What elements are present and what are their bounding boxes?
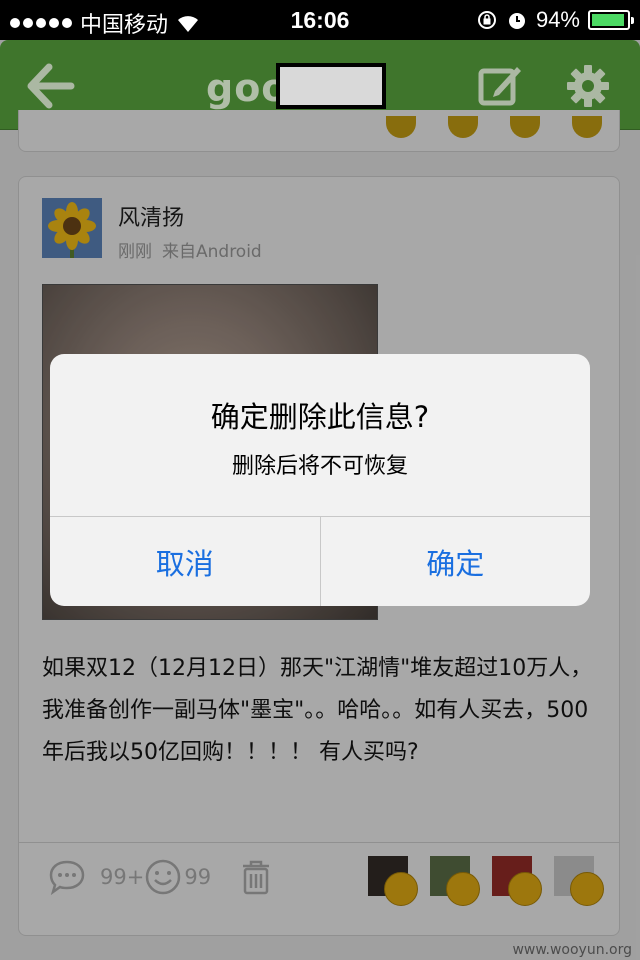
alarm-icon [508,13,525,29]
dialog-message: 删除后将不可恢复 [231,454,408,479]
battery-icon [588,10,634,30]
confirm-button[interactable]: 确定 [319,517,591,606]
delete-confirm-dialog: 确定删除此信息? 删除后将不可恢复 取消 确定 [50,354,590,606]
cancel-button[interactable]: 取消 [50,517,320,606]
battery-percent: 94% [535,7,580,32]
dialog-title: 确定删除此信息? [210,400,430,434]
dialog-buttons: 取消 确定 [50,516,590,606]
rotation-lock-icon [477,11,496,29]
status-bar: 中国移动 16:06 94% [0,0,640,40]
